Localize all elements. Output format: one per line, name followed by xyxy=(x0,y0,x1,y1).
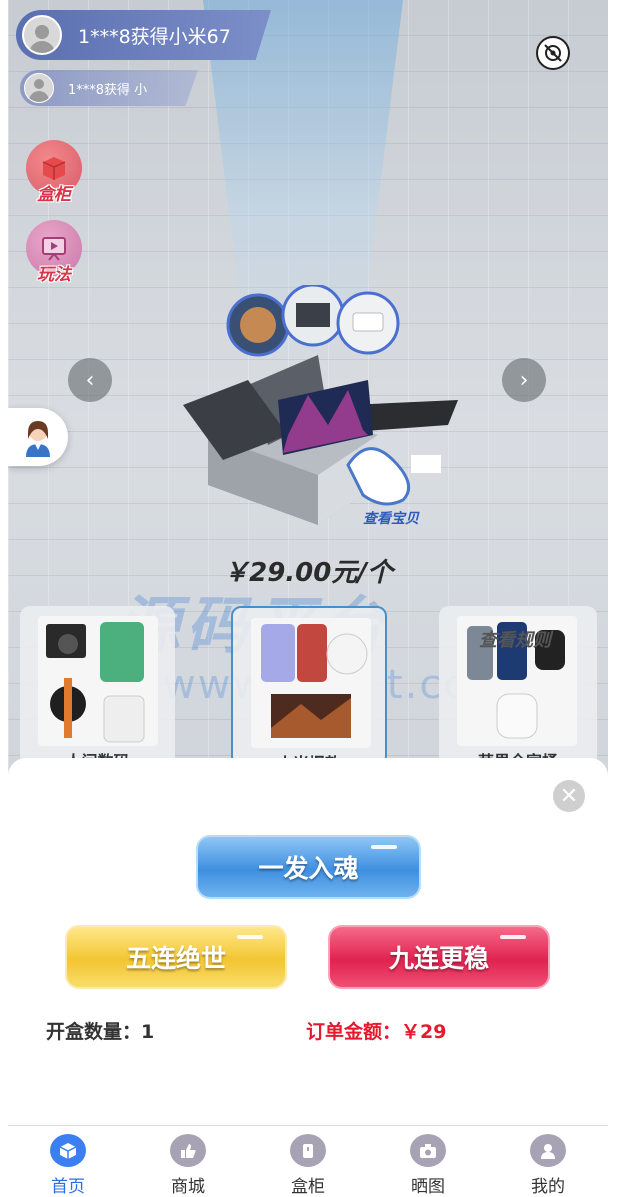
cabinet-button[interactable]: 盒柜 xyxy=(26,140,82,205)
carousel-prev-button[interactable]: ‹ xyxy=(68,358,112,402)
tab-label: 首页 xyxy=(51,1177,85,1197)
carousel-next-button[interactable]: › xyxy=(502,358,546,402)
order-amount: 订单金额：￥29 xyxy=(306,1017,446,1044)
camera-icon xyxy=(410,1134,446,1167)
tab-home[interactable]: 首页 xyxy=(8,1126,128,1197)
view-item-label: 查看宝贝 xyxy=(363,510,420,527)
danmaku-text: 1***8获得 小 xyxy=(68,82,148,98)
user-icon xyxy=(530,1134,566,1167)
cabinet-label: 盒柜 xyxy=(37,185,71,205)
series-image xyxy=(251,618,371,748)
box-quantity: 开盒数量：1 xyxy=(46,1017,154,1044)
tab-label: 商城 xyxy=(171,1177,205,1197)
play-button[interactable]: 玩法 xyxy=(26,220,82,285)
close-icon: ✕ xyxy=(559,783,579,809)
tab-label: 盒柜 xyxy=(291,1177,325,1197)
customer-service-button[interactable] xyxy=(8,408,68,466)
tab-showcase[interactable]: 晒图 xyxy=(368,1126,488,1197)
danmaku-text: 1***8获得小米67 xyxy=(78,25,231,48)
tab-mall[interactable]: 商城 xyxy=(128,1126,248,1197)
danmaku-primary: 1***8获得小米67 xyxy=(16,10,271,60)
amount-value: ￥29 xyxy=(401,1021,447,1043)
open-one-button[interactable]: 一发入魂 xyxy=(196,835,421,899)
quantity-value: 1 xyxy=(141,1021,155,1043)
cube-icon xyxy=(50,1134,86,1167)
quantity-label: 开盒数量： xyxy=(46,1021,142,1043)
avatar xyxy=(24,73,54,103)
prize-box-image[interactable]: 查看宝贝 xyxy=(168,285,468,545)
thumb-icon xyxy=(170,1134,206,1167)
series-card[interactable]: 苹果全家桶 查看规则 xyxy=(439,606,597,766)
tab-bar: 首页 商城 盒柜 晒图 我的 xyxy=(8,1125,608,1197)
avatar xyxy=(22,15,62,55)
tab-label: 我的 xyxy=(531,1177,565,1197)
service-agent-icon xyxy=(26,421,50,457)
open-five-button[interactable]: 五连绝世 xyxy=(65,925,287,989)
chevron-right-icon: › xyxy=(519,367,529,393)
play-label: 玩法 xyxy=(37,265,71,285)
series-image xyxy=(38,616,158,746)
tab-profile[interactable]: 我的 xyxy=(488,1126,608,1197)
danmaku-secondary: 1***8获得 小 xyxy=(20,70,198,106)
tab-cabinet[interactable]: 盒柜 xyxy=(248,1126,368,1197)
box-icon xyxy=(290,1134,326,1167)
amount-label: 订单金额： xyxy=(306,1021,402,1043)
rules-link[interactable]: 查看规则 xyxy=(479,626,551,652)
series-card[interactable]: 人间数码 xyxy=(20,606,175,766)
open-nine-button[interactable]: 九连更稳 xyxy=(328,925,550,989)
series-card-selected[interactable]: 小米爆款 xyxy=(231,606,387,766)
chevron-left-icon: ‹ xyxy=(85,367,95,393)
tab-label: 晒图 xyxy=(411,1177,445,1197)
app-screen: 1***8获得小米67 1***8获得 小 盒柜 玩法 ‹ › 查看宝贝 ￥29… xyxy=(8,0,608,1197)
mute-icon[interactable] xyxy=(536,36,570,70)
close-button[interactable]: ✕ xyxy=(553,780,585,812)
